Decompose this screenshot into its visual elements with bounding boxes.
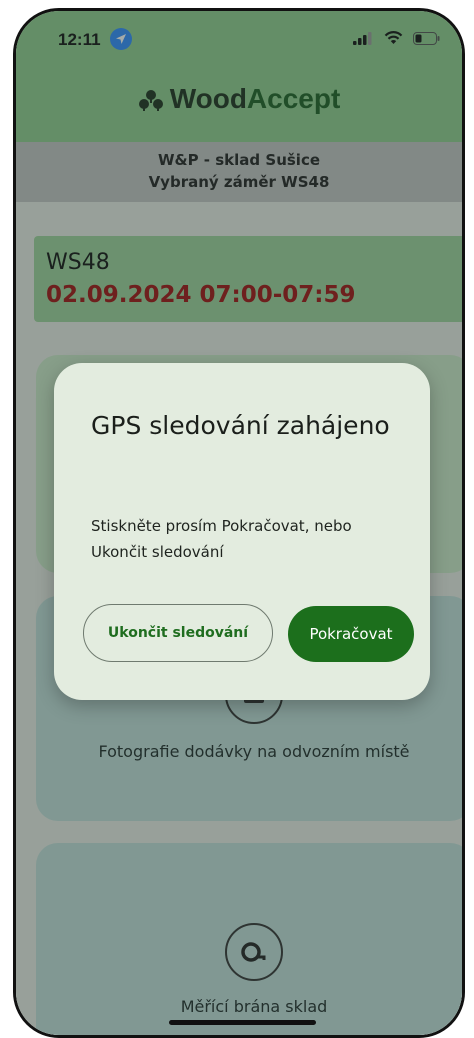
phone-screen: 12:11 WoodAccept W&P - sklad Sušice Vybr… bbox=[13, 8, 465, 1038]
gps-dialog: GPS sledování zahájeno Stiskněte prosím … bbox=[54, 363, 430, 700]
dialog-message: Stiskněte prosím Pokračovat, nebo Ukonči… bbox=[91, 517, 352, 561]
dialog-title: GPS sledování zahájeno bbox=[91, 411, 390, 440]
home-indicator[interactable] bbox=[169, 1020, 316, 1025]
continue-button[interactable]: Pokračovat bbox=[288, 606, 414, 662]
stop-tracking-button[interactable]: Ukončit sledování bbox=[83, 604, 273, 662]
